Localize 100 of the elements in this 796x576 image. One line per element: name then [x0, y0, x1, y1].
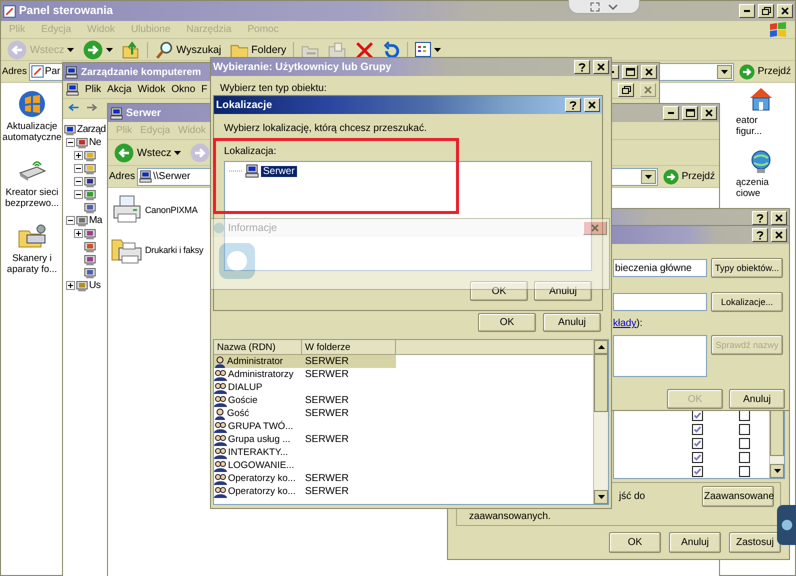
forward-button[interactable] — [81, 40, 116, 60]
collapse-toggle[interactable] — [74, 190, 83, 199]
collapse-toggle[interactable] — [74, 164, 83, 173]
menu-item[interactable]: Plik — [85, 84, 102, 95]
menu-item[interactable]: Okno — [171, 84, 196, 95]
icon-label[interactable]: eator figur... — [736, 115, 786, 137]
tree-item[interactable]: Ne — [89, 137, 101, 148]
table-cell[interactable]: Goście — [214, 394, 302, 407]
minimize-button[interactable] — [739, 4, 755, 18]
help-button[interactable] — [752, 211, 768, 225]
table-cell[interactable]: DIALUP — [214, 381, 302, 394]
column-header[interactable]: Nazwa (RDN) — [214, 340, 302, 354]
table-cell[interactable]: GRUPA TWÓ... — [214, 420, 302, 433]
back-button[interactable]: Wstecz — [112, 142, 184, 162]
close-button[interactable] — [593, 60, 609, 74]
icon-label[interactable]: Skanery i aparaty fo... — [1, 253, 63, 275]
dropdown-button[interactable] — [716, 64, 732, 78]
go-button[interactable]: Przejdź — [660, 168, 718, 186]
dialog-button[interactable]: Anuluj — [669, 532, 721, 553]
close-icon — [591, 224, 599, 232]
dialog-button[interactable]: Anuluj — [543, 313, 601, 332]
table-cell[interactable]: Operatorzy ko... — [214, 485, 302, 498]
examples-link[interactable]: kłady — [613, 318, 636, 329]
menu-item[interactable]: Widok — [138, 84, 166, 95]
checkbox[interactable] — [739, 438, 750, 448]
help-button[interactable] — [574, 60, 590, 74]
checkbox[interactable] — [739, 424, 750, 434]
maximize-button[interactable] — [622, 65, 638, 79]
search-button[interactable]: Wyszukaj — [153, 40, 224, 58]
advanced-button[interactable]: Zaawansowane — [702, 486, 774, 507]
help-button[interactable] — [565, 98, 581, 112]
help-button[interactable] — [752, 228, 768, 242]
maximize-button[interactable] — [682, 106, 698, 120]
collapse-toggle[interactable] — [74, 177, 83, 186]
note-text: jść do — [619, 491, 646, 502]
folders-button[interactable]: Foldery — [228, 40, 288, 58]
restore-button[interactable] — [758, 4, 774, 18]
dialog-button[interactable]: Typy obiektów... — [711, 258, 783, 278]
collapse-toggle[interactable] — [66, 138, 75, 147]
checkbox[interactable] — [739, 466, 750, 476]
dialog-button[interactable]: Zastosuj — [729, 532, 781, 553]
close-button[interactable] — [777, 4, 793, 18]
dialog-button[interactable]: Anuluj — [534, 281, 592, 301]
menu-item[interactable]: F — [201, 84, 208, 95]
dialog-button[interactable]: OK — [470, 281, 528, 301]
expand-toggle[interactable] — [74, 151, 83, 160]
table-cell[interactable]: Gość — [214, 407, 302, 420]
table-cell[interactable]: Administrator — [214, 355, 302, 368]
restore-icon — [762, 7, 770, 15]
tree-item[interactable]: Serwer — [261, 166, 297, 176]
column-header[interactable]: W folderze — [302, 340, 396, 354]
names-field[interactable] — [613, 335, 707, 377]
restore-button[interactable] — [618, 82, 634, 96]
user-icon — [214, 356, 226, 368]
file-item[interactable]: Drukarki i faksy — [145, 245, 204, 255]
minimize-button[interactable] — [663, 106, 679, 120]
minus-icon — [68, 218, 73, 223]
computer-icon — [66, 83, 79, 96]
dialog-button[interactable]: OK — [478, 313, 536, 332]
collapse-toggle[interactable] — [66, 216, 75, 225]
dialog-button[interactable]: Anuluj — [729, 389, 785, 409]
tree-item[interactable]: Ma — [89, 215, 102, 226]
icon-label[interactable]: ączenia ciowe — [736, 177, 786, 199]
table-cell[interactable]: LOGOWANIE... — [214, 459, 302, 472]
close-button[interactable] — [771, 211, 787, 225]
file-item[interactable]: CanonPIXMA — [145, 205, 198, 215]
table-cell[interactable]: INTERAKTY... — [214, 446, 302, 459]
table-cell[interactable]: Grupa usług ... — [214, 433, 302, 446]
dropdown-button[interactable] — [640, 170, 656, 184]
views-button[interactable] — [413, 42, 444, 57]
close-button[interactable] — [771, 228, 787, 242]
computer-icon — [245, 164, 259, 178]
tree-item[interactable]: Zarząd — [77, 124, 106, 135]
expand-toggle[interactable] — [66, 281, 75, 290]
checkbox[interactable] — [692, 438, 703, 448]
user-group-icon — [214, 434, 227, 446]
app-icon — [780, 519, 792, 531]
table-cell[interactable]: Operatorzy ko... — [214, 472, 302, 485]
go-button[interactable]: Przejdź — [736, 62, 794, 80]
plus-icon — [76, 231, 81, 236]
dialog-button[interactable]: Lokalizacje... — [711, 292, 783, 312]
window-title: Wybieranie: Użytkownicy lub Grupy — [213, 61, 392, 73]
checkbox[interactable] — [692, 452, 703, 462]
location-field[interactable] — [613, 293, 707, 311]
object-type-field[interactable]: bieczenia główne — [613, 259, 707, 277]
menu-item[interactable]: Akcja — [107, 84, 132, 95]
checkbox[interactable] — [739, 452, 750, 462]
tree-item[interactable]: Us — [89, 280, 100, 291]
scrollbar[interactable] — [593, 340, 608, 504]
expand-toggle[interactable] — [74, 229, 83, 238]
checkbox[interactable] — [692, 466, 703, 476]
close-button[interactable] — [701, 106, 717, 120]
close-button[interactable] — [641, 65, 657, 79]
icon-label[interactable]: Aktualizacje automatyczne — [1, 121, 63, 143]
table-cell[interactable]: Administratorzy — [214, 368, 302, 381]
close-button[interactable] — [584, 98, 600, 112]
checkbox[interactable] — [692, 424, 703, 434]
side-tab[interactable] — [777, 505, 796, 545]
dialog-button[interactable]: OK — [609, 532, 661, 553]
icon-label[interactable]: Kreator sieci bezprzewo... — [1, 187, 63, 209]
